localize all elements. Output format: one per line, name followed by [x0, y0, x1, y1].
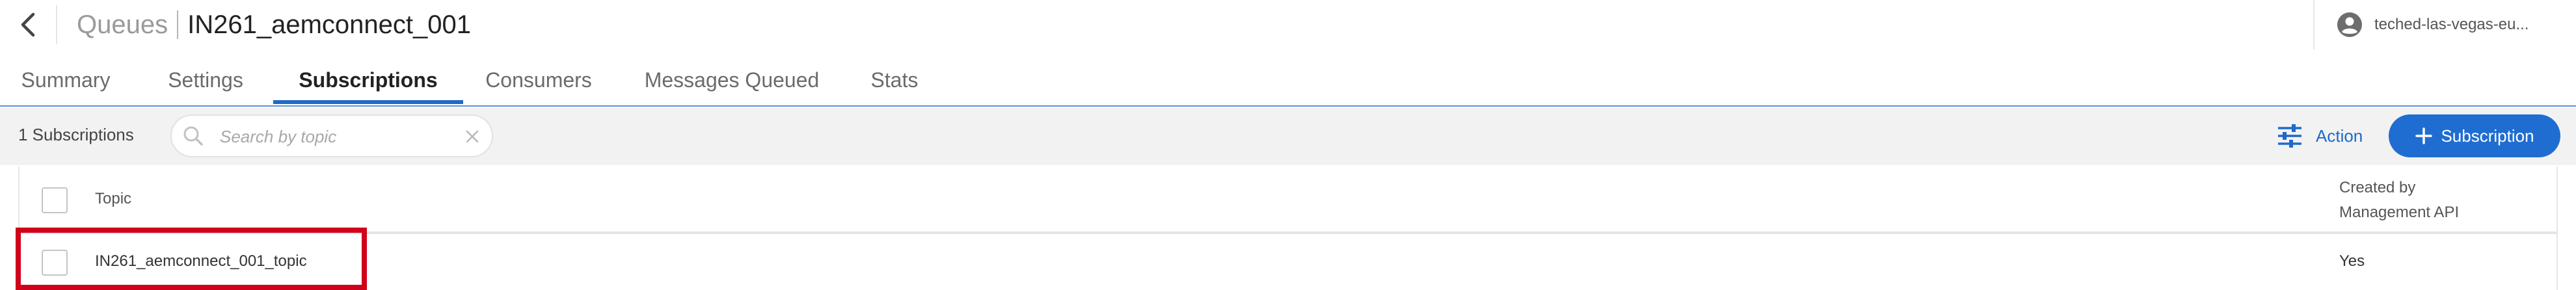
subscriptions-toolbar: 1 Subscriptions Acti [0, 108, 2576, 165]
search-input[interactable] [219, 122, 442, 151]
tab-subscriptions[interactable]: Subscriptions [273, 56, 463, 104]
header-divider [56, 5, 57, 44]
column-header-created-by[interactable]: Created by Management API [2339, 176, 2459, 225]
breadcrumb: Queues IN261_aemconnect_001 [77, 7, 471, 43]
close-icon[interactable] [459, 124, 485, 150]
select-all-checkbox[interactable] [42, 187, 68, 213]
page-title: IN261_aemconnect_001 [187, 10, 471, 39]
breadcrumb-queues-link[interactable]: Queues [77, 10, 168, 40]
back-button[interactable] [13, 9, 42, 40]
subscriptions-table: Topic Created by Management API IN261_ae… [18, 166, 2558, 290]
tab-bar: Summary Settings Subscriptions Consumers… [0, 56, 2576, 105]
tab-summary[interactable]: Summary [18, 56, 113, 104]
subscription-count: 1 Subscriptions [18, 125, 134, 144]
row-checkbox[interactable] [42, 250, 68, 276]
search-box[interactable] [170, 114, 493, 157]
tab-messages-queued[interactable]: Messages Queued [643, 56, 821, 104]
column-header-topic[interactable]: Topic [95, 190, 131, 208]
action-label: Action [2316, 125, 2363, 146]
account-name: teched-las-vegas-eu... [2374, 16, 2529, 33]
sliders-icon [2275, 122, 2304, 150]
account-menu[interactable]: teched-las-vegas-eu... [2337, 9, 2529, 40]
breadcrumb-separator [177, 10, 179, 39]
plus-icon [2415, 127, 2433, 145]
search-icon [181, 124, 207, 150]
tab-consumers[interactable]: Consumers [483, 56, 595, 104]
header-right-divider [2313, 0, 2314, 49]
tabs-divider [0, 105, 2576, 107]
add-subscription-button[interactable]: Subscription [2389, 114, 2560, 157]
add-subscription-label: Subscription [2441, 125, 2534, 146]
table-header: Topic Created by Management API [20, 166, 2556, 234]
tab-stats[interactable]: Stats [868, 56, 921, 104]
action-button[interactable]: Action [2275, 120, 2363, 152]
column-header-created-line1: Created by [2339, 179, 2416, 196]
active-tab-indicator [273, 100, 463, 104]
row-topic[interactable]: IN261_aemconnect_001_topic [95, 252, 307, 270]
table-row[interactable]: IN261_aemconnect_001_topic Yes [20, 234, 2556, 290]
chevron-left-icon [21, 12, 35, 37]
user-circle-icon [2337, 12, 2363, 38]
column-header-created-line2: Management API [2339, 204, 2460, 221]
page-header: Queues IN261_aemconnect_001 teched-las-v… [0, 0, 2576, 49]
row-created-by-management-api: Yes [2339, 252, 2365, 270]
tab-settings[interactable]: Settings [163, 56, 248, 104]
